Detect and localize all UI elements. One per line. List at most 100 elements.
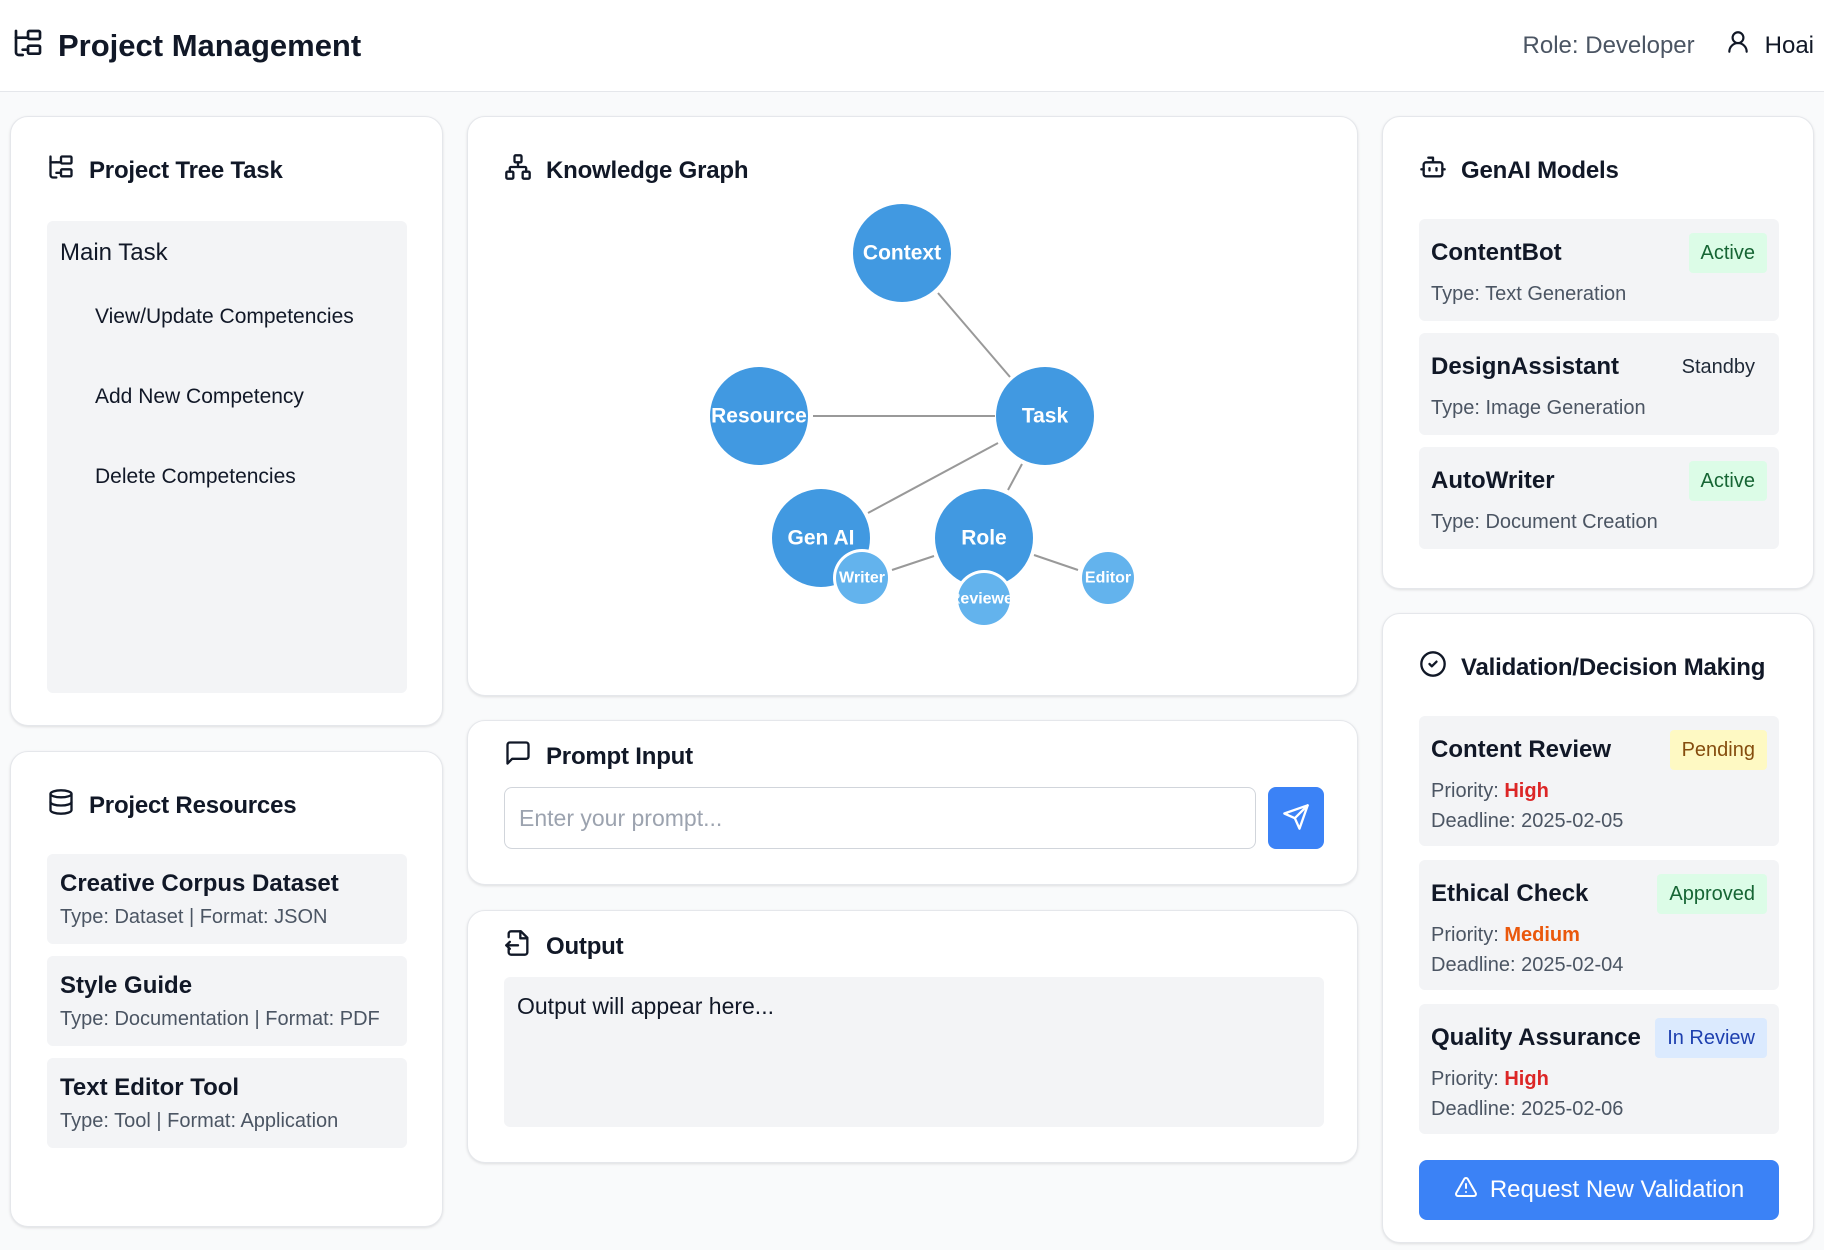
model-item[interactable]: ContentBot Active Type: Text Generation bbox=[1419, 219, 1779, 321]
model-name: ContentBot bbox=[1431, 239, 1562, 266]
resource-name: Text Editor Tool bbox=[60, 1074, 240, 1101]
tree-item-delete[interactable]: Delete Competencies bbox=[95, 465, 296, 489]
edge-writer-role bbox=[891, 555, 935, 571]
validation-name: Content Review bbox=[1431, 736, 1612, 763]
deadline-label: Deadline: bbox=[1431, 954, 1516, 976]
send-button[interactable] bbox=[1268, 787, 1324, 849]
svg-text:Editor: Editor bbox=[1085, 570, 1131, 587]
resource-item[interactable]: Text Editor Tool Type: Tool | Format: Ap… bbox=[47, 1058, 407, 1148]
priority-value: High bbox=[1504, 780, 1549, 802]
model-item[interactable]: AutoWriter Active Type: Document Creatio… bbox=[1419, 447, 1779, 549]
validation-item[interactable]: Content Review Pending Priority: High De… bbox=[1419, 716, 1779, 846]
kg-node-resource[interactable]: Resource bbox=[710, 367, 808, 465]
edge-role-editor bbox=[1033, 554, 1079, 571]
model-name: DesignAssistant bbox=[1431, 353, 1620, 380]
user-menu[interactable]: Hoai bbox=[1725, 29, 1814, 62]
status-badge: Pending bbox=[1669, 730, 1767, 770]
send-icon bbox=[1282, 803, 1310, 834]
tree-item-add-new[interactable]: Add New Competency bbox=[95, 385, 304, 409]
validation-card: Validation/Decision Making Content Revie… bbox=[1382, 613, 1814, 1243]
edge-task-role bbox=[1007, 463, 1023, 491]
bot-icon bbox=[1419, 153, 1447, 188]
priority-label: Priority: bbox=[1431, 924, 1499, 946]
deadline-line: Deadline: 2025-02-06 bbox=[1431, 1098, 1623, 1121]
resource-item[interactable]: Style Guide Type: Documentation | Format… bbox=[47, 956, 407, 1046]
model-type: Type: Document Creation bbox=[1431, 511, 1658, 533]
validation-name: Quality Assurance bbox=[1431, 1024, 1641, 1051]
resource-meta: Type: Tool | Format: Application bbox=[60, 1110, 339, 1132]
model-name: AutoWriter bbox=[1431, 467, 1555, 494]
kg-node-context[interactable]: Context bbox=[853, 204, 951, 302]
resource-meta: Type: Dataset | Format: JSON bbox=[60, 906, 328, 928]
resource-name: Creative Corpus Dataset bbox=[60, 870, 339, 897]
project-tree-title: Project Tree Task bbox=[47, 153, 283, 188]
header-brand: Project Management bbox=[12, 27, 361, 64]
svg-text:Role: Role bbox=[961, 527, 1007, 550]
card-title-text: Project Resources bbox=[89, 791, 297, 819]
priority-value: Medium bbox=[1504, 924, 1580, 946]
status-badge: In Review bbox=[1655, 1018, 1767, 1058]
resource-item[interactable]: Creative Corpus Dataset Type: Dataset | … bbox=[47, 854, 407, 944]
svg-text:Context: Context bbox=[863, 242, 941, 265]
kg-node-writer[interactable]: Writer bbox=[833, 549, 891, 607]
card-title-text: Validation/Decision Making bbox=[1461, 653, 1766, 681]
genai-models-card: GenAI Models ContentBot Active Type: Tex… bbox=[1382, 116, 1814, 589]
card-title-text: GenAI Models bbox=[1461, 156, 1619, 184]
folder-tree-icon bbox=[47, 153, 75, 188]
kg-node-task[interactable]: Task bbox=[996, 367, 1094, 465]
project-resources-title: Project Resources bbox=[47, 788, 297, 823]
user-name: Hoai bbox=[1764, 31, 1814, 59]
prompt-input-card: Prompt Input bbox=[467, 720, 1358, 885]
app-header: Project Management Role: Developer Hoai bbox=[0, 0, 1824, 92]
deadline-label: Deadline: bbox=[1431, 1098, 1516, 1120]
request-validation-label: Request New Validation bbox=[1489, 1176, 1745, 1203]
tree-item-view-update[interactable]: View/Update Competencies bbox=[95, 305, 354, 329]
knowledge-graph-card: Knowledge Graph Context Resource Task Ge… bbox=[467, 116, 1358, 696]
status-badge: Active bbox=[1688, 461, 1767, 501]
folder-tree-icon bbox=[12, 27, 44, 64]
output-title: Output bbox=[504, 929, 624, 964]
svg-text:Gen AI: Gen AI bbox=[788, 527, 855, 550]
deadline-label: Deadline: bbox=[1431, 810, 1516, 832]
resource-name: Style Guide bbox=[60, 972, 193, 999]
priority-line: Priority: High bbox=[1431, 1068, 1549, 1091]
tree-main-task[interactable]: Main Task bbox=[60, 239, 168, 267]
prompt-input-title: Prompt Input bbox=[504, 739, 693, 774]
prompt-input-field[interactable] bbox=[504, 787, 1256, 849]
status-badge: Approved bbox=[1657, 874, 1767, 914]
resource-meta: Type: Documentation | Format: PDF bbox=[60, 1008, 380, 1030]
validation-item[interactable]: Quality Assurance In Review Priority: Hi… bbox=[1419, 1004, 1779, 1134]
database-icon bbox=[47, 788, 75, 823]
status-badge: Active bbox=[1688, 233, 1767, 273]
svg-text:Resource: Resource bbox=[711, 405, 807, 428]
validation-item[interactable]: Ethical Check Approved Priority: Medium … bbox=[1419, 860, 1779, 990]
header-right: Role: Developer Hoai bbox=[1523, 29, 1814, 62]
deadline-line: Deadline: 2025-02-05 bbox=[1431, 810, 1623, 833]
priority-line: Priority: Medium bbox=[1431, 924, 1580, 947]
svg-text:Writer: Writer bbox=[839, 570, 885, 587]
edge-context-task bbox=[937, 292, 1011, 378]
request-validation-button[interactable]: Request New Validation bbox=[1419, 1160, 1779, 1220]
check-circle-icon bbox=[1419, 650, 1447, 685]
knowledge-graph-canvas: Context Resource Task Gen AI Role Writer… bbox=[710, 204, 1137, 628]
deadline-line: Deadline: 2025-02-04 bbox=[1431, 954, 1623, 977]
priority-line: Priority: High bbox=[1431, 780, 1549, 803]
card-title-text: Output bbox=[546, 932, 624, 960]
project-tree-card: Project Tree Task Main Task View/Update … bbox=[10, 116, 443, 726]
message-square-icon bbox=[504, 739, 532, 774]
card-title-text: Prompt Input bbox=[546, 742, 693, 770]
deadline-value: 2025-02-04 bbox=[1521, 954, 1624, 976]
alert-triangle-icon bbox=[1454, 1175, 1478, 1206]
file-output-icon bbox=[504, 929, 532, 964]
role-label: Role: Developer bbox=[1522, 31, 1695, 59]
priority-label: Priority: bbox=[1431, 780, 1499, 802]
project-resources-card: Project Resources Creative Corpus Datase… bbox=[10, 751, 443, 1227]
model-type: Type: Text Generation bbox=[1431, 283, 1627, 305]
priority-value: High bbox=[1504, 1068, 1549, 1090]
status-badge: Standby bbox=[1681, 355, 1755, 378]
validation-name: Ethical Check bbox=[1431, 880, 1589, 907]
kg-node-editor[interactable]: Editor bbox=[1079, 549, 1137, 607]
svg-text:Task: Task bbox=[1022, 405, 1069, 428]
priority-label: Priority: bbox=[1431, 1068, 1499, 1090]
model-item[interactable]: DesignAssistant Standby Type: Image Gene… bbox=[1419, 333, 1779, 435]
